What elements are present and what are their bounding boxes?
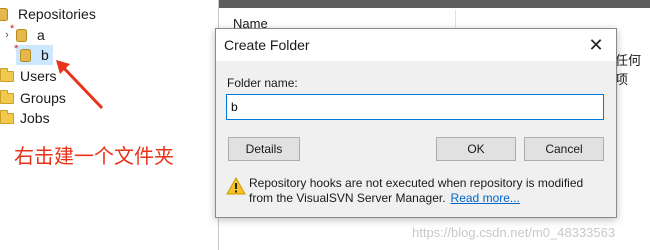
tree-root-label: Repositories [18,6,96,22]
repository-icon: * [14,43,31,62]
tree-item-repo-b[interactable]: * b [14,43,53,65]
repository-icon: * [10,23,27,42]
hooks-warning-text: Repository hooks are not executed when r… [249,176,584,205]
folder-icon [0,89,14,104]
empty-list-message: 任何项 [615,53,642,87]
new-marker-icon: * [10,22,15,35]
folder-icon [0,109,14,124]
close-button[interactable]: ✕ [584,33,608,57]
details-button[interactable]: Details [228,137,300,161]
tree-root-repositories[interactable]: Repositories [0,4,96,24]
new-marker-icon: * [14,42,19,55]
hooks-warning: Repository hooks are not executed when r… [249,176,609,206]
dialog-titlebar: Create Folder ✕ [216,29,616,61]
create-folder-dialog: Create Folder ✕ Folder name: Details OK … [215,28,617,218]
folder-name-input[interactable] [226,94,604,120]
content-titlebar [219,0,650,8]
repository-tree: Repositories › * a * b Users Groups Jobs [0,0,218,250]
annotation-arrow [56,60,104,110]
repo-a-label: a [37,27,45,43]
ok-button[interactable]: OK [436,137,516,161]
folder-name-label: Folder name: [227,76,298,90]
dialog-title: Create Folder [224,37,310,53]
tree-item-users[interactable]: Users [0,66,57,86]
watermark: https://blog.csdn.net/m0_48333563 [412,225,616,240]
repo-b-label: b [41,47,49,63]
repositories-icon [0,7,8,21]
jobs-label: Jobs [20,110,50,126]
read-more-link[interactable]: Read more... [451,191,520,205]
tree-item-jobs[interactable]: Jobs [0,108,50,128]
tree-item-repo-a[interactable]: › * a [2,23,45,45]
folder-icon [0,67,14,82]
warning-icon [226,177,246,195]
annotation-text: 右击建一个文件夹 [14,144,174,168]
cancel-button[interactable]: Cancel [524,137,604,161]
